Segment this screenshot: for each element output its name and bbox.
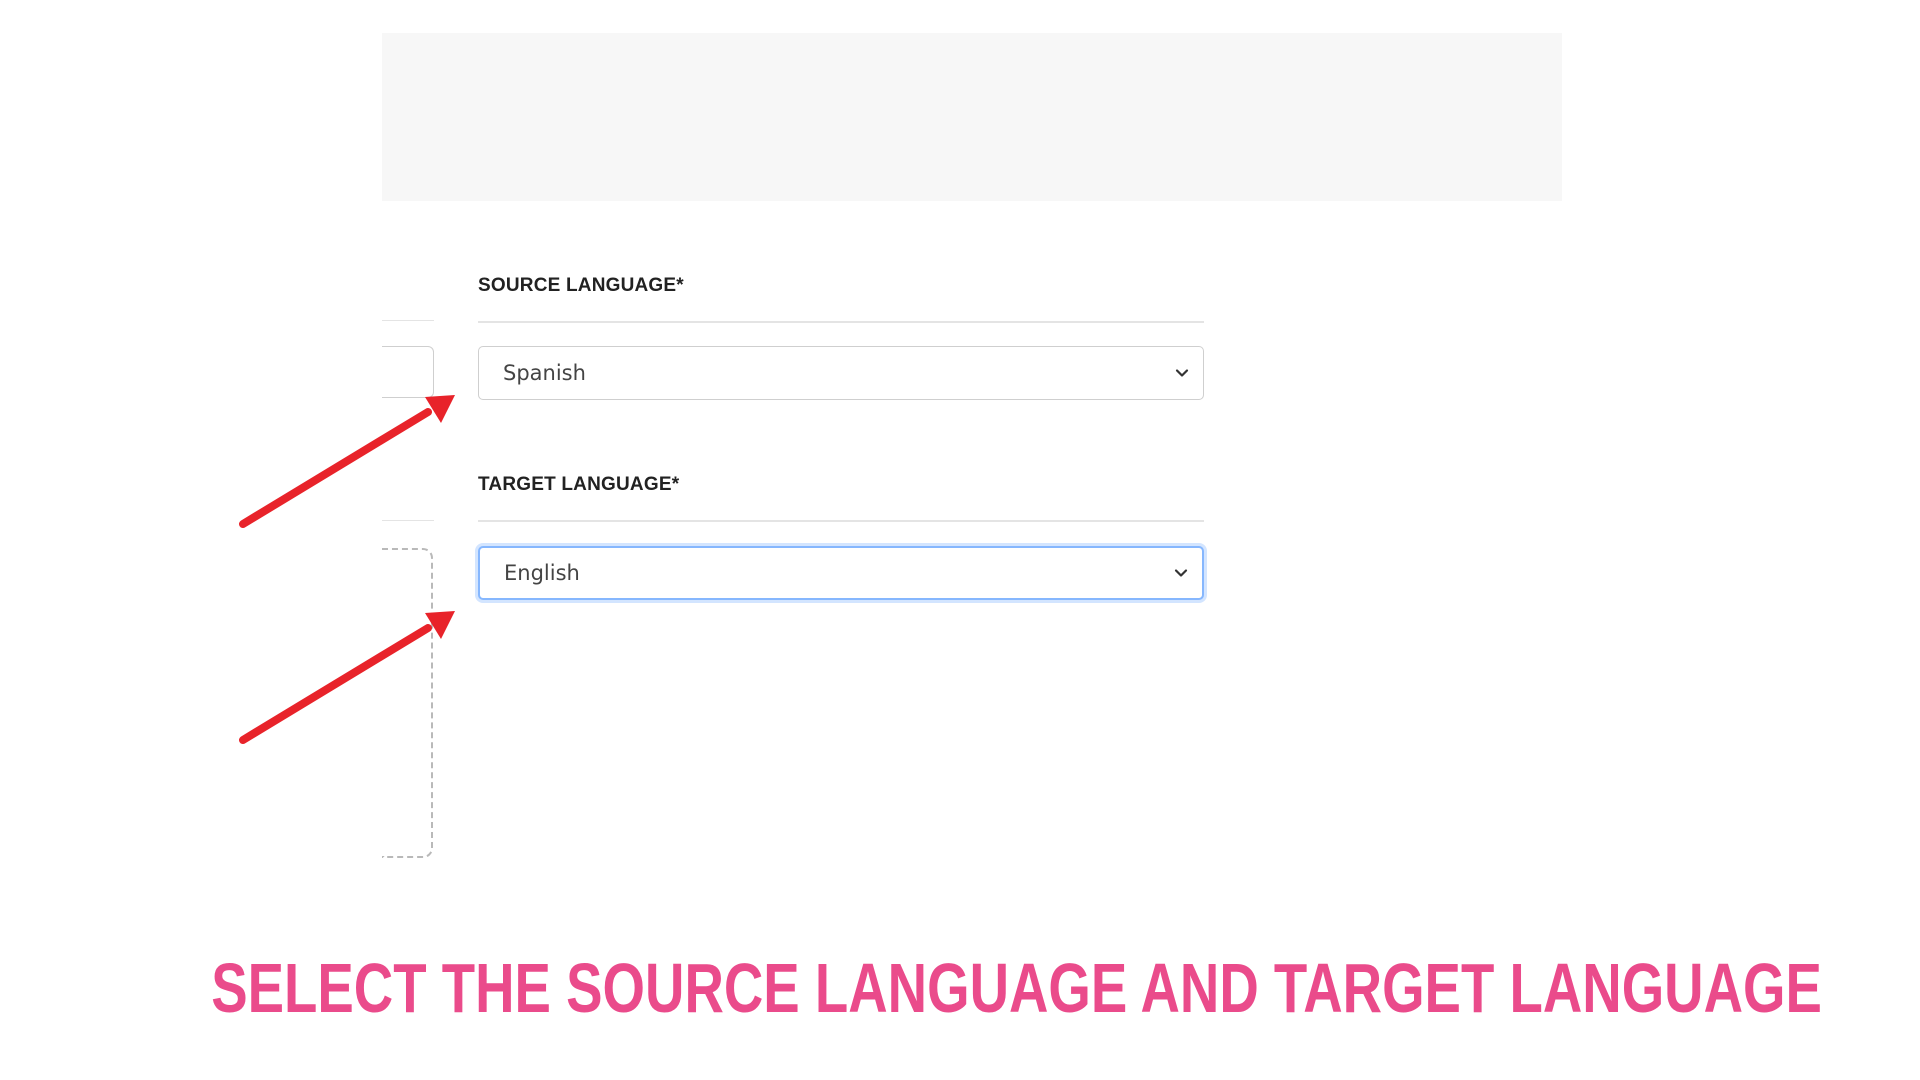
target-language-select[interactable]: English — [478, 546, 1204, 600]
source-language-value: Spanish — [503, 361, 586, 385]
chevron-down-icon — [1174, 569, 1188, 577]
file-dropzone-fragment[interactable] — [382, 548, 433, 858]
left-column-divider — [382, 520, 434, 521]
tutorial-screenshot: SOURCE LANGUAGE* Spanish TARGET LANGUAGE… — [0, 0, 1920, 1080]
source-language-select[interactable]: Spanish — [478, 346, 1204, 400]
left-input-fragment[interactable] — [382, 346, 434, 398]
chevron-down-icon — [1175, 369, 1189, 377]
arrow-icon — [239, 395, 455, 528]
source-language-label: SOURCE LANGUAGE* — [478, 275, 684, 296]
instruction-caption: SELECT THE SOURCE LANGUAGE AND TARGET LA… — [211, 949, 1822, 1027]
target-language-value: English — [504, 561, 580, 585]
top-panel — [382, 33, 1562, 201]
target-language-divider — [478, 520, 1204, 522]
source-language-divider — [478, 321, 1204, 323]
target-language-label: TARGET LANGUAGE* — [478, 474, 680, 495]
left-column-divider — [382, 320, 434, 321]
